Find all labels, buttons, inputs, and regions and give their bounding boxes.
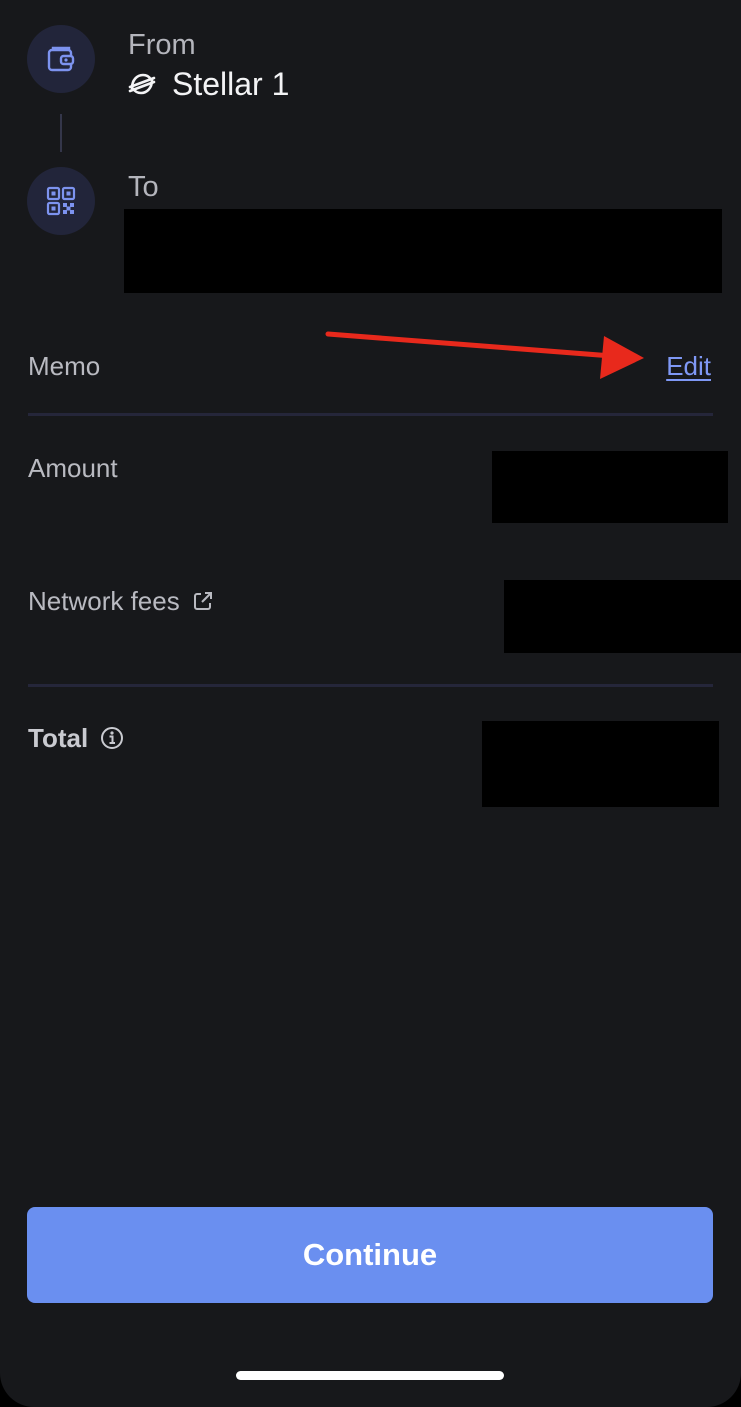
network-fees-label: Network fees: [28, 586, 180, 616]
info-icon[interactable]: [100, 726, 124, 750]
total-value-redacted: [482, 721, 719, 807]
memo-edit-link[interactable]: Edit: [666, 353, 711, 379]
from-wallet-icon: [27, 25, 95, 93]
fees-divider: [28, 684, 713, 687]
total-label: Total: [28, 723, 89, 753]
annotation-arrow-icon: [325, 331, 644, 379]
from-label: From: [128, 29, 196, 61]
memo-divider: [28, 413, 713, 416]
from-to-connector: [60, 114, 62, 152]
from-account-name: Stellar 1: [172, 66, 290, 102]
qr-code-icon: [46, 186, 76, 216]
network-fees-row: Network fees: [28, 588, 214, 614]
amount-value-redacted: [492, 451, 728, 523]
amount-label: Amount: [28, 453, 118, 483]
total-row: Total: [28, 725, 124, 751]
to-qr-icon: [27, 167, 95, 235]
from-account: Stellar 1: [128, 66, 289, 102]
continue-button[interactable]: Continue: [27, 1207, 713, 1303]
to-label: To: [128, 171, 159, 203]
network-fees-value-redacted: [504, 580, 741, 653]
stellar-logo-icon: [128, 73, 156, 95]
send-review-screen: From Stellar 1 To Memo Edit Amount Netwo…: [0, 0, 741, 1407]
memo-label: Memo: [28, 351, 101, 381]
home-indicator[interactable]: [236, 1371, 504, 1380]
external-link-icon[interactable]: [192, 590, 214, 612]
wallet-icon: [47, 46, 75, 72]
to-address-redacted: [124, 209, 722, 293]
